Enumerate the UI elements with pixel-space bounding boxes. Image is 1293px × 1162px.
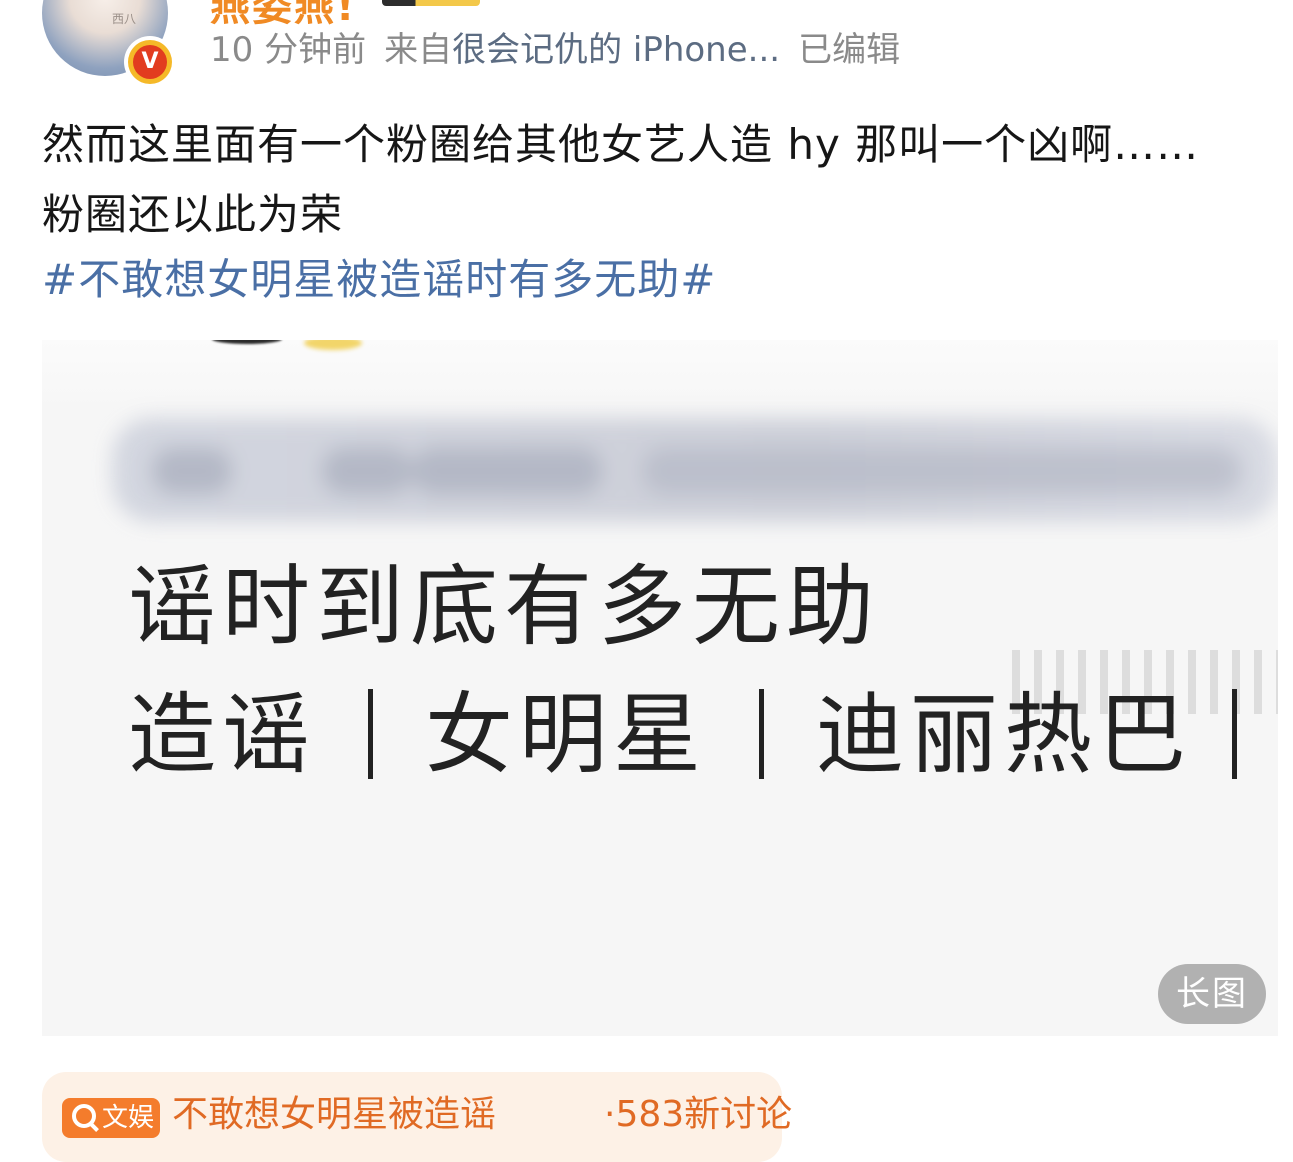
topic-hashtag-link[interactable]: #不敢想女明星被造谣时有多无助# bbox=[42, 248, 716, 312]
post-meta: 10 分钟前 来自很会记仇的 iPhone... 已编辑 bbox=[210, 28, 918, 72]
source-prefix: 来自 bbox=[384, 30, 453, 70]
topic-category-label: 文娱 bbox=[102, 1103, 155, 1133]
image-tags: 造谣 女明星 迪丽热巴 bbox=[128, 680, 1278, 790]
user-level-badge-icon bbox=[382, 0, 480, 6]
image-tag: 造谣 bbox=[128, 683, 317, 786]
topic-category-tag: 文娱 bbox=[62, 1098, 160, 1138]
image-tag: 女明星 bbox=[425, 683, 708, 786]
source-device[interactable]: 很会记仇的 iPhone... bbox=[452, 30, 780, 70]
tag-separator bbox=[759, 689, 765, 779]
post-image[interactable]: 谣时到底有多无助 造谣 女明星 迪丽热巴 长图 bbox=[42, 340, 1278, 1036]
tag-separator bbox=[368, 689, 374, 779]
verified-badge-icon: V bbox=[128, 40, 172, 84]
topic-card-title: 不敢想女明星被造谣 bbox=[172, 1094, 497, 1135]
long-image-button[interactable]: 长图 bbox=[1158, 964, 1266, 1024]
image-top-fade bbox=[42, 340, 1278, 410]
blurred-text-band bbox=[112, 418, 1278, 522]
post-time: 10 分钟前 bbox=[210, 30, 367, 70]
post-text-line: 粉圈还以此为荣 bbox=[42, 190, 344, 239]
verified-mark: V bbox=[133, 45, 167, 79]
search-icon bbox=[72, 1104, 96, 1128]
avatar-tag: 西八 bbox=[112, 12, 137, 26]
post-text-line: 然而这里面有一个粉圈给其他女艺人造 hy 那叫一个凶啊…… bbox=[42, 120, 1200, 169]
edited-label[interactable]: 已编辑 bbox=[798, 30, 900, 70]
post-body: 然而这里面有一个粉圈给其他女艺人造 hy 那叫一个凶啊…… 粉圈还以此为荣 bbox=[42, 110, 1282, 250]
blurred-blob bbox=[642, 448, 1242, 494]
blurred-blob bbox=[152, 448, 232, 494]
image-tag: 迪丽热巴 bbox=[816, 683, 1193, 786]
image-headline: 谣时到底有多无助 bbox=[128, 555, 881, 658]
blurred-blob bbox=[412, 448, 602, 494]
topic-card-count: ·583新讨论 bbox=[604, 1094, 793, 1135]
blurred-blob bbox=[322, 448, 412, 494]
tag-separator bbox=[1232, 689, 1238, 779]
topic-card[interactable]: 文娱 不敢想女明星被造谣 ·583新讨论 bbox=[42, 1072, 792, 1162]
